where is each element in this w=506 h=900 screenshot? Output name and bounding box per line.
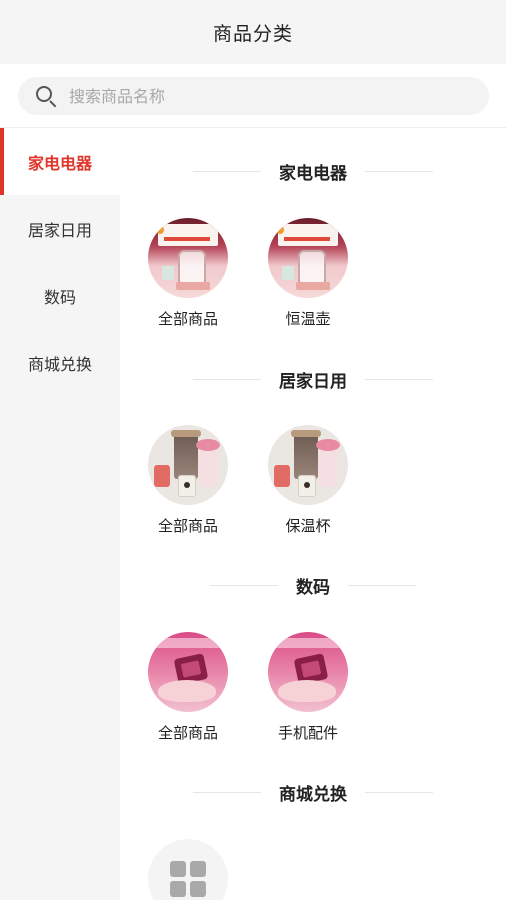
tile-label: 恒温壶 <box>285 310 331 328</box>
divider <box>365 791 433 793</box>
sidebar-item-appliances[interactable]: 家电电器 <box>0 128 120 195</box>
category-tile-all-appliances[interactable]: 全部商品 <box>148 218 228 329</box>
section-header-household: 居家日用 <box>120 364 506 394</box>
category-tile-mall-exchange[interactable] <box>148 839 228 900</box>
tile-label: 保温杯 <box>285 517 331 535</box>
divider <box>348 584 416 586</box>
tile-label: 全部商品 <box>157 517 218 535</box>
category-tile-all-digital[interactable]: 全部商品 <box>148 632 228 743</box>
category-tile-thermos-cup[interactable]: 保温杯 <box>268 425 348 536</box>
grid-placeholder-icon <box>148 839 228 900</box>
sidebar-item-label: 居家日用 <box>27 220 92 240</box>
product-thumbnail <box>268 425 348 505</box>
product-thumbnail <box>148 425 228 505</box>
section-title: 居家日用 <box>279 371 347 392</box>
divider <box>193 791 261 793</box>
product-thumbnail <box>148 218 228 298</box>
product-thumbnail <box>148 632 228 712</box>
sidebar-item-label: 商城兑换 <box>27 354 92 374</box>
divider <box>365 378 433 380</box>
search-icon[interactable] <box>35 85 57 108</box>
tile-label: 全部商品 <box>157 310 218 328</box>
sidebar-item-label: 数码 <box>43 287 76 307</box>
sidebar-item-mall-exchange[interactable]: 商城兑换 <box>0 329 120 396</box>
search-bar <box>0 64 506 128</box>
divider <box>193 378 261 380</box>
section-title: 数码 <box>296 577 330 598</box>
page-title: 商品分类 <box>212 22 293 45</box>
sidebar-item-household[interactable]: 居家日用 <box>0 195 120 262</box>
section-header-digital: 数码 <box>120 570 506 600</box>
category-sidebar: 家电电器 居家日用 数码 商城兑换 <box>0 128 120 900</box>
section-title: 商城兑换 <box>279 784 347 805</box>
section-title: 家电电器 <box>279 163 347 184</box>
sidebar-item-label: 家电电器 <box>27 153 92 173</box>
product-thumbnail <box>268 218 348 298</box>
category-content: 家电电器 全部商品 恒温壶 居家日用 全部商品 保温杯 数码 全部商品 手机配件… <box>120 128 506 900</box>
search-input[interactable] <box>69 86 449 106</box>
divider <box>365 170 433 172</box>
divider <box>210 584 278 586</box>
category-tile-all-household[interactable]: 全部商品 <box>148 425 228 536</box>
category-tile-phone-accessories[interactable]: 手机配件 <box>268 632 348 743</box>
category-tile-thermostatic-kettle[interactable]: 恒温壶 <box>268 218 348 329</box>
divider <box>193 170 261 172</box>
sidebar-item-digital[interactable]: 数码 <box>0 262 120 329</box>
search-box[interactable] <box>18 77 489 115</box>
tile-label: 手机配件 <box>277 724 338 742</box>
section-header-appliances: 家电电器 <box>120 156 506 186</box>
section-header-mall-exchange: 商城兑换 <box>120 777 506 807</box>
tile-label: 全部商品 <box>157 724 218 742</box>
nav-bar: 商品分类 <box>0 0 506 64</box>
product-thumbnail <box>268 632 348 712</box>
